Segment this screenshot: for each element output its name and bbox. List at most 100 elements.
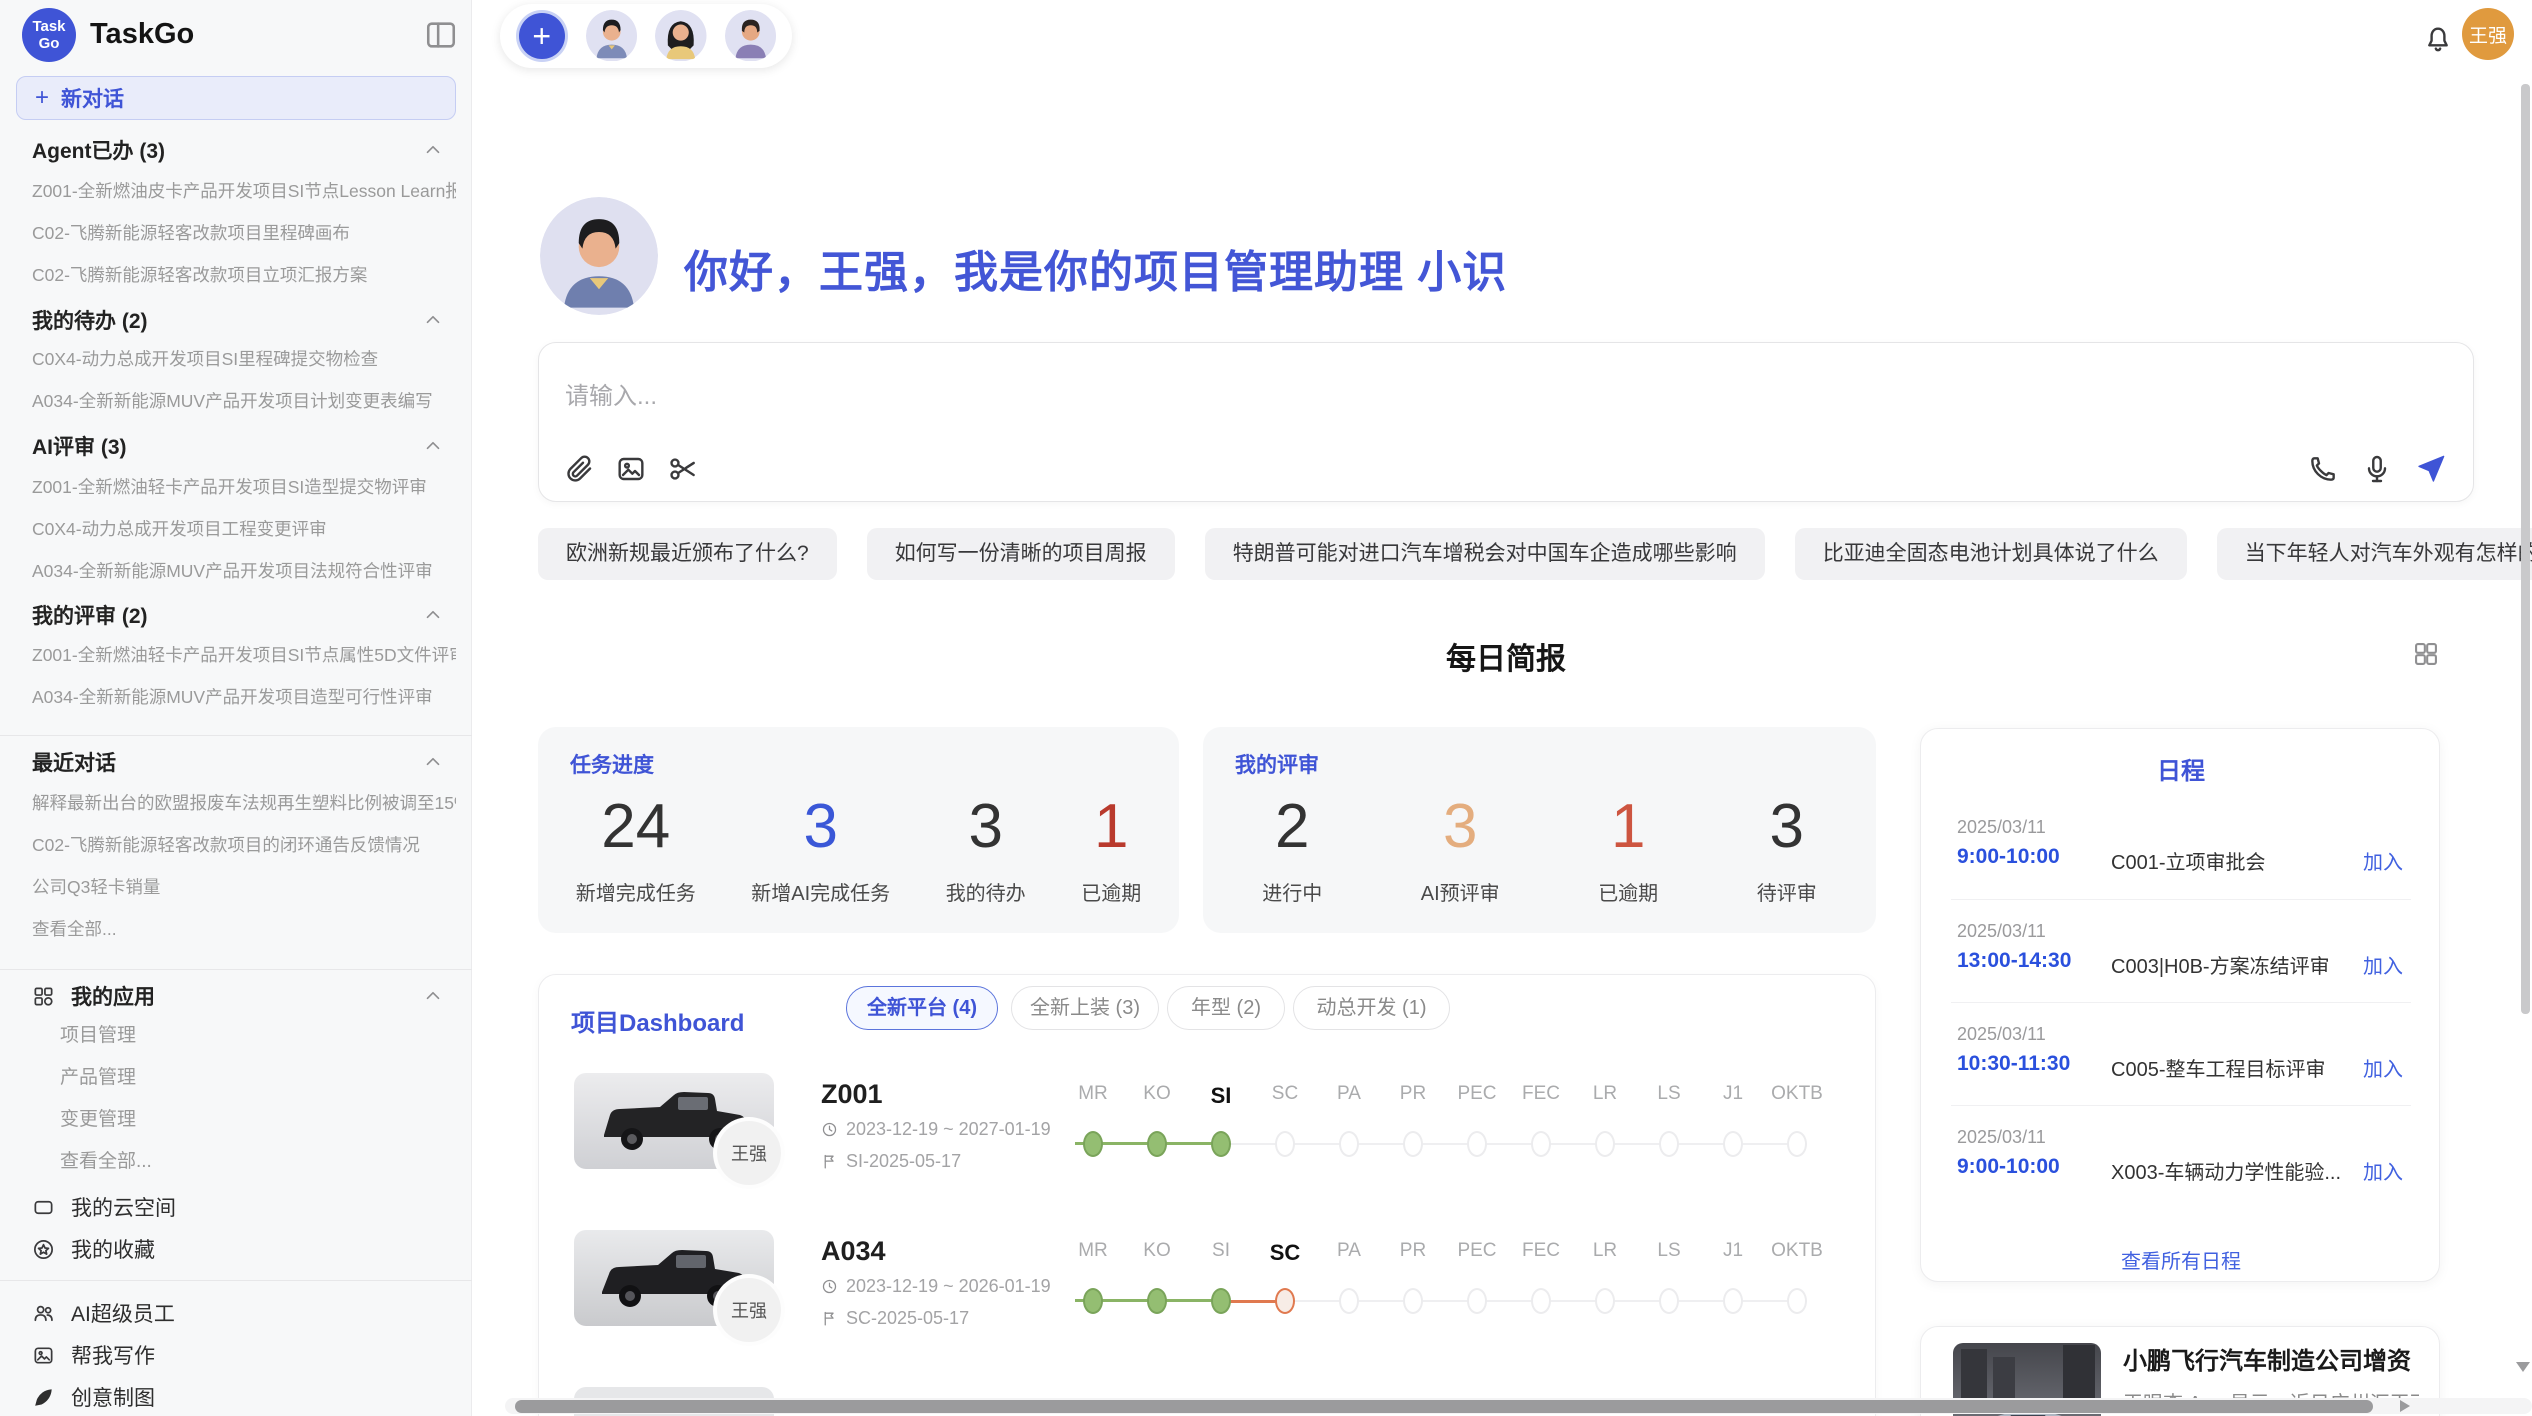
divider bbox=[0, 735, 472, 736]
chevron-up-icon[interactable] bbox=[422, 435, 444, 457]
join-meeting-link[interactable]: 加入 bbox=[2363, 1053, 2403, 1082]
scroll-down-arrow[interactable] bbox=[2516, 1362, 2530, 1372]
join-meeting-link[interactable]: 加入 bbox=[2363, 950, 2403, 979]
app-item-change-mgmt[interactable]: 变更管理 bbox=[60, 1107, 456, 1133]
chevron-up-icon[interactable] bbox=[422, 985, 444, 1007]
write-icon bbox=[32, 1344, 55, 1367]
project-row[interactable]: 王强 Z001 2023-12-19 ~ 2027-01-19 SI-2025-… bbox=[539, 1059, 1877, 1211]
chevron-up-icon[interactable] bbox=[422, 139, 444, 161]
join-meeting-link[interactable]: 加入 bbox=[2363, 1156, 2403, 1185]
sidebar-item-cloud-space[interactable]: 我的云空间 bbox=[32, 1192, 456, 1222]
sidebar-task-item[interactable]: Z001-全新燃油皮卡产品开发项目SI节点Lesson Learn报告 bbox=[32, 178, 456, 204]
recent-view-all[interactable]: 查看全部... bbox=[32, 916, 456, 942]
chevron-up-icon[interactable] bbox=[422, 751, 444, 773]
app-item-project-mgmt[interactable]: 项目管理 bbox=[60, 1023, 456, 1049]
daily-briefing-title: 每日简报 bbox=[538, 634, 2474, 678]
milestone-label: J1 bbox=[1701, 1083, 1765, 1109]
schedule-event-name: C001-立项审批会 bbox=[2111, 846, 2265, 875]
cloud-icon bbox=[32, 1196, 55, 1219]
sidebar-item-favorites[interactable]: 我的收藏 bbox=[32, 1234, 456, 1264]
plus-icon: + bbox=[532, 18, 551, 55]
people-icon bbox=[32, 1302, 55, 1325]
schedule-time: 13:00-14:30 bbox=[1957, 949, 2071, 973]
sidebar-task-item[interactable]: C02-飞腾新能源轻客改款项目立项汇报方案 bbox=[32, 262, 456, 288]
add-session-button[interactable]: + bbox=[516, 10, 568, 62]
recent-chat-item[interactable]: 公司Q3轻卡销量 bbox=[32, 874, 456, 900]
sidebar-task-item[interactable]: A034-全新新能源MUV产品开发项目造型可行性评审 bbox=[32, 684, 456, 710]
milestone-dot bbox=[1787, 1288, 1807, 1314]
milestone-label: OKTB bbox=[1765, 1240, 1829, 1266]
horizontal-scrollbar[interactable] bbox=[505, 1398, 2532, 1414]
image-upload-icon[interactable] bbox=[615, 453, 647, 485]
sidebar-task-item[interactable]: Z001-全新燃油轻卡产品开发项目SI节点属性5D文件评审 bbox=[32, 642, 456, 668]
milestone-label: OKTB bbox=[1765, 1083, 1829, 1109]
agent-avatar[interactable] bbox=[725, 10, 776, 62]
notification-bell-icon[interactable] bbox=[2422, 24, 2454, 56]
sidebar-item-my-apps[interactable]: 我的应用 bbox=[32, 982, 444, 1010]
milestone-label-current: SI bbox=[1189, 1083, 1253, 1109]
milestone-dot bbox=[1403, 1131, 1423, 1157]
milestone-dot bbox=[1595, 1288, 1615, 1314]
join-meeting-link[interactable]: 加入 bbox=[2363, 846, 2403, 875]
suggestion-chip[interactable]: 特朗普可能对进口汽车增税会对中国车企造成哪些影响 bbox=[1205, 528, 1765, 580]
chat-input[interactable] bbox=[565, 383, 1965, 411]
attachment-paperclip-icon[interactable] bbox=[563, 453, 595, 485]
milestone-dot bbox=[1467, 1288, 1487, 1314]
plus-icon: + bbox=[35, 84, 49, 112]
milestone-label: PEC bbox=[1445, 1083, 1509, 1109]
agent-avatar[interactable] bbox=[586, 10, 637, 62]
milestone-label: PR bbox=[1381, 1240, 1445, 1266]
chevron-up-icon[interactable] bbox=[422, 604, 444, 626]
filter-chip[interactable]: 全新平台 (4) bbox=[846, 986, 998, 1030]
project-row[interactable]: 王强 A034 2023-12-19 ~ 2026-01-19 SC-2025-… bbox=[539, 1216, 1877, 1368]
agent-avatar[interactable] bbox=[655, 10, 706, 62]
filter-chip[interactable]: 动总开发 (1) bbox=[1293, 986, 1450, 1030]
apps-view-all[interactable]: 查看全部... bbox=[60, 1149, 456, 1175]
sidebar-task-item[interactable]: C02-飞腾新能源轻客改款项目里程碑画布 bbox=[32, 220, 456, 246]
vertical-scrollbar[interactable] bbox=[2518, 0, 2532, 1416]
vertical-scrollbar-thumb[interactable] bbox=[2521, 84, 2530, 1014]
divider bbox=[1951, 1105, 2411, 1106]
scroll-right-arrow[interactable] bbox=[2400, 1400, 2410, 1412]
sidebar-task-item[interactable]: A034-全新新能源MUV产品开发项目计划变更表编写 bbox=[32, 388, 456, 414]
milestone-label: LR bbox=[1573, 1240, 1637, 1266]
user-avatar[interactable]: 王强 bbox=[2462, 8, 2514, 60]
new-chat-button[interactable]: + 新对话 bbox=[16, 76, 456, 120]
quill-pen-icon bbox=[32, 1386, 55, 1409]
collapse-sidebar-icon[interactable] bbox=[424, 18, 458, 52]
suggestion-chip[interactable]: 如何写一份清晰的项目周报 bbox=[867, 528, 1175, 580]
divider bbox=[1951, 1002, 2411, 1003]
filter-chip[interactable]: 年型 (2) bbox=[1167, 986, 1285, 1030]
divider bbox=[0, 1280, 472, 1281]
sidebar-task-item[interactable]: C0X4-动力总成开发项目SI里程碑提交物检查 bbox=[32, 346, 456, 372]
screenshot-scissors-icon[interactable] bbox=[667, 453, 699, 485]
recent-chat-item[interactable]: C02-飞腾新能源轻客改款项目的闭环通告反馈情况 bbox=[32, 832, 456, 858]
filter-chip[interactable]: 全新上装 (3) bbox=[1011, 986, 1159, 1030]
send-icon[interactable] bbox=[2415, 453, 2447, 485]
suggestion-chip[interactable]: 欧洲新规最近颁布了什么? bbox=[538, 528, 837, 580]
horizontal-scrollbar-thumb[interactable] bbox=[515, 1400, 2373, 1413]
suggestion-chips: 欧洲新规最近颁布了什么? 如何写一份清晰的项目周报 特朗普可能对进口汽车增税会对… bbox=[538, 528, 2532, 580]
sidebar-task-item[interactable]: C0X4-动力总成开发项目工程变更评审 bbox=[32, 516, 456, 542]
recent-chat-item[interactable]: 解释最新出台的欧盟报废车法规再生塑料比例被调至15%... bbox=[32, 790, 456, 816]
schedule-date: 2025/03/11 bbox=[1957, 1024, 2046, 1045]
suggestion-chip[interactable]: 当下年轻人对汽车外观有怎样的喜好趋势 bbox=[2217, 528, 2532, 580]
flag-icon bbox=[821, 1153, 838, 1170]
app-item-product-mgmt[interactable]: 产品管理 bbox=[60, 1065, 456, 1091]
news-title: 小鹏飞行汽车制造公司增资 bbox=[2123, 1341, 2423, 1376]
microphone-icon[interactable] bbox=[2361, 453, 2393, 485]
milestone-label: PA bbox=[1317, 1240, 1381, 1266]
chevron-up-icon[interactable] bbox=[422, 309, 444, 331]
schedule-date: 2025/03/11 bbox=[1957, 1127, 2046, 1148]
suggestion-chip[interactable]: 比亚迪全固态电池计划具体说了什么 bbox=[1795, 528, 2187, 580]
layout-grid-icon[interactable] bbox=[2412, 640, 2440, 668]
view-all-schedule-link[interactable]: 查看所有日程 bbox=[1921, 1245, 2441, 1274]
sidebar-item-write-helper[interactable]: 帮我写作 bbox=[32, 1340, 456, 1370]
sidebar-item-creative-drawing[interactable]: 创意制图 bbox=[32, 1382, 456, 1412]
sidebar-task-item[interactable]: A034-全新新能源MUV产品开发项目法规符合性评审 bbox=[32, 558, 456, 584]
voice-call-icon[interactable] bbox=[2307, 453, 2339, 485]
schedule-title: 日程 bbox=[1921, 751, 2441, 786]
sidebar-item-ai-staff[interactable]: AI超级员工 bbox=[32, 1298, 456, 1328]
sidebar-task-item[interactable]: Z001-全新燃油轻卡产品开发项目SI造型提交物评审 bbox=[32, 474, 456, 500]
card-title: 我的评审 bbox=[1235, 749, 1319, 779]
